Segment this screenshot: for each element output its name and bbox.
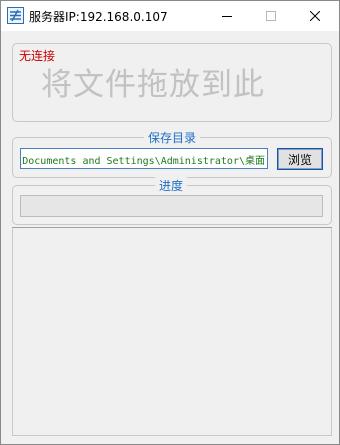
log-area[interactable] xyxy=(12,227,332,436)
minimize-button[interactable] xyxy=(205,1,249,31)
maximize-button xyxy=(249,1,293,31)
minimize-icon xyxy=(222,16,232,17)
title-bar[interactable]: 服务器IP:192.168.0.107 xyxy=(1,1,339,31)
save-path-input[interactable]: C:\Documents and Settings\Administrator\… xyxy=(20,148,268,169)
save-path-value: C:\Documents and Settings\Administrator\… xyxy=(20,156,265,167)
maximize-icon xyxy=(266,11,276,21)
drop-hint: 将文件拖放到此 xyxy=(41,67,265,103)
progress-bar xyxy=(20,195,323,217)
progress-legend: 进度 xyxy=(155,177,188,194)
app-icon xyxy=(7,7,24,24)
app-window: 服务器IP:192.168.0.107 无连接 将文件拖放到此 保存目录 C:\… xyxy=(0,0,340,445)
save-dir-legend: 保存目录 xyxy=(144,129,201,146)
window-title: 服务器IP:192.168.0.107 xyxy=(29,10,168,24)
close-button[interactable] xyxy=(293,1,337,31)
browse-button[interactable]: 浏览 xyxy=(277,148,323,170)
close-icon xyxy=(310,11,320,21)
